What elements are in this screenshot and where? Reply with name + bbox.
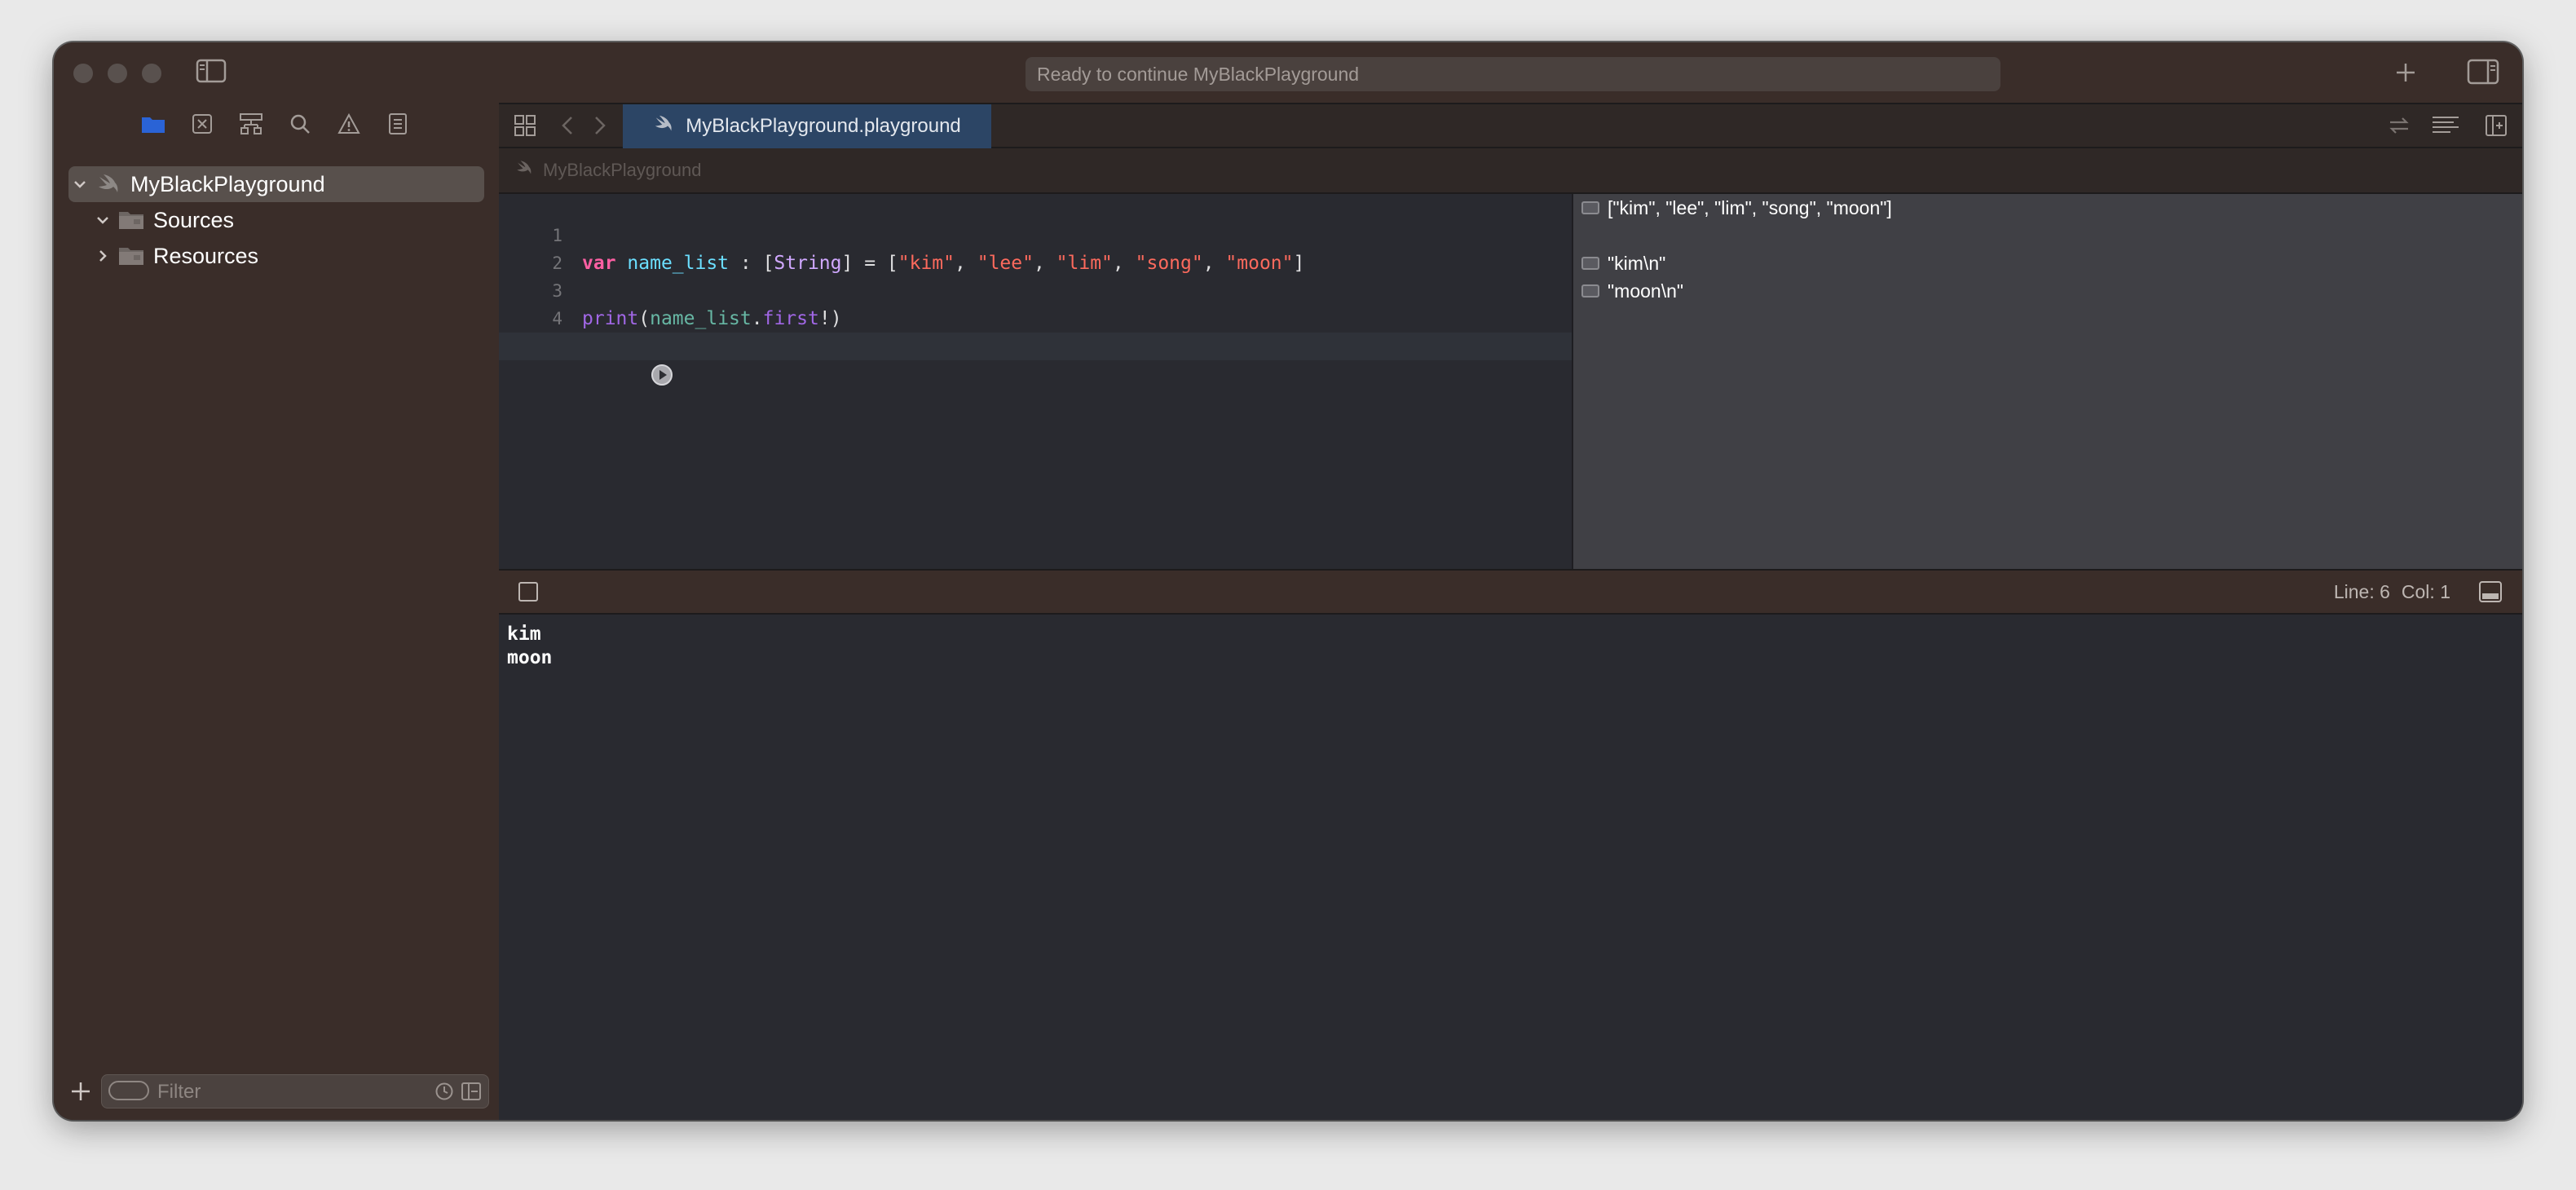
tree-item-sources[interactable]: Sources	[68, 202, 484, 238]
line-indicator: Line: 6	[2333, 580, 2390, 602]
source-editor[interactable]: 1 var name_list : [String] = ["kim", "le…	[499, 194, 1572, 569]
swift-icon	[95, 173, 122, 196]
library-plus-icon[interactable]	[2392, 59, 2419, 86]
breadcrumb-item[interactable]: MyBlackPlayground	[543, 160, 701, 181]
issue-navigator-warning-icon[interactable]	[333, 108, 365, 140]
code-line-4[interactable]: 4 print(name_list.last!)	[499, 277, 1572, 357]
swift-icon	[653, 115, 674, 139]
code-review-arrows-icon[interactable]	[2387, 114, 2411, 137]
quick-look-icon[interactable]	[1581, 201, 1599, 214]
tab-label: MyBlackPlayground.playground	[686, 115, 961, 137]
result-row[interactable]: "kim\n"	[1581, 249, 1665, 277]
minimize-window-button[interactable]	[108, 64, 127, 83]
code-line-5[interactable]: 5	[499, 305, 1572, 356]
tree-item-label: Sources	[153, 207, 235, 232]
sidebar-toggle-icon[interactable]	[196, 59, 227, 83]
symbol-navigator-icon[interactable]	[235, 108, 267, 140]
tree-item-resources[interactable]: Resources	[68, 238, 484, 274]
chevron-right-icon[interactable]	[91, 245, 114, 267]
chevron-right-icon[interactable]	[592, 114, 608, 137]
editor-options-lines-icon[interactable]	[2431, 114, 2459, 137]
window-controls	[73, 64, 161, 83]
close-window-button[interactable]	[73, 64, 93, 83]
result-value: "kim\n"	[1608, 252, 1666, 274]
source-control-icon[interactable]	[186, 108, 218, 140]
console-toggle-icon[interactable]	[2478, 580, 2503, 603]
quick-look-icon[interactable]	[1581, 257, 1599, 270]
results-sidebar: ["kim", "lee", "lim", "song", "moon"] "k…	[1572, 194, 2522, 569]
add-file-plus-icon[interactable]	[67, 1078, 95, 1105]
find-navigator-search-icon[interactable]	[284, 108, 316, 140]
column-indicator: Col: 1	[2401, 580, 2450, 602]
jump-bar: MyBlackPlayground	[499, 148, 2522, 194]
scope-filter-icon[interactable]	[461, 1082, 482, 1101]
tree-item-project[interactable]: MyBlackPlayground	[68, 166, 484, 202]
debug-bar: Line: 6 Col: 1	[499, 569, 2522, 615]
result-value: "moon\n"	[1608, 280, 1684, 302]
result-row[interactable]: ["kim", "lee", "lim", "song", "moon"]	[1581, 194, 1892, 222]
folder-icon	[117, 245, 145, 267]
code-line-1[interactable]: 1 var name_list : [String] = ["kim", "le…	[499, 194, 1572, 274]
result-row[interactable]: "moon\n"	[1581, 277, 1683, 305]
clock-icon[interactable]	[434, 1082, 454, 1101]
related-items-grid-icon[interactable]	[514, 114, 536, 137]
activity-status-view: Ready to continue MyBlackPlayground	[1026, 57, 2000, 91]
chevron-down-icon[interactable]	[91, 209, 114, 231]
navigator-sidebar: MyBlackPlayground Sources Resources	[54, 42, 501, 1120]
swift-icon	[515, 160, 533, 181]
filter-options-icon[interactable]	[108, 1081, 149, 1100]
add-editor-split-icon[interactable]	[2485, 114, 2509, 137]
result-value: ["kim", "lee", "lim", "song", "moon"]	[1608, 196, 1892, 218]
zoom-window-button[interactable]	[142, 64, 161, 83]
cursor-position: Line: 6 Col: 1	[2334, 571, 2450, 613]
inspector-toggle-icon[interactable]	[2467, 59, 2499, 85]
editor-area: Ready to continue MyBlackPlayground MyBl…	[499, 42, 2522, 1120]
project-tree: MyBlackPlayground Sources Resources	[68, 166, 484, 274]
code-line-2[interactable]: 2	[499, 222, 1572, 273]
navigator-filter-bar	[54, 1066, 499, 1120]
tree-item-label: Resources	[153, 243, 259, 268]
code-line-6[interactable]	[499, 333, 1572, 386]
xcode-window: MyBlackPlayground Sources Resources Filt…	[54, 42, 2522, 1120]
folder-icon	[117, 209, 145, 231]
chevron-left-icon[interactable]	[559, 114, 576, 137]
chevron-down-icon[interactable]	[68, 173, 91, 196]
filter-input[interactable]	[156, 1078, 420, 1106]
tab-bar: MyBlackPlayground.playground	[499, 103, 2522, 148]
report-navigator-icon[interactable]	[382, 108, 414, 140]
console-line: kim	[507, 624, 541, 645]
tab-playground[interactable]: MyBlackPlayground.playground	[623, 104, 991, 148]
navigator-selector-bar	[54, 108, 499, 148]
console-line: moon	[507, 647, 553, 668]
hide-debug-area-icon[interactable]	[518, 582, 538, 602]
code-line-3[interactable]: 3 print(name_list.first!)	[499, 249, 1572, 329]
filter-field	[101, 1074, 489, 1108]
project-navigator-folder-icon[interactable]	[137, 108, 170, 140]
console-output[interactable]: kim moon	[499, 615, 2522, 1120]
tree-item-label: MyBlackPlayground	[130, 171, 325, 196]
run-play-icon[interactable]	[538, 336, 673, 386]
toolbar: Ready to continue MyBlackPlayground	[499, 42, 2522, 103]
quick-look-icon[interactable]	[1581, 284, 1599, 298]
